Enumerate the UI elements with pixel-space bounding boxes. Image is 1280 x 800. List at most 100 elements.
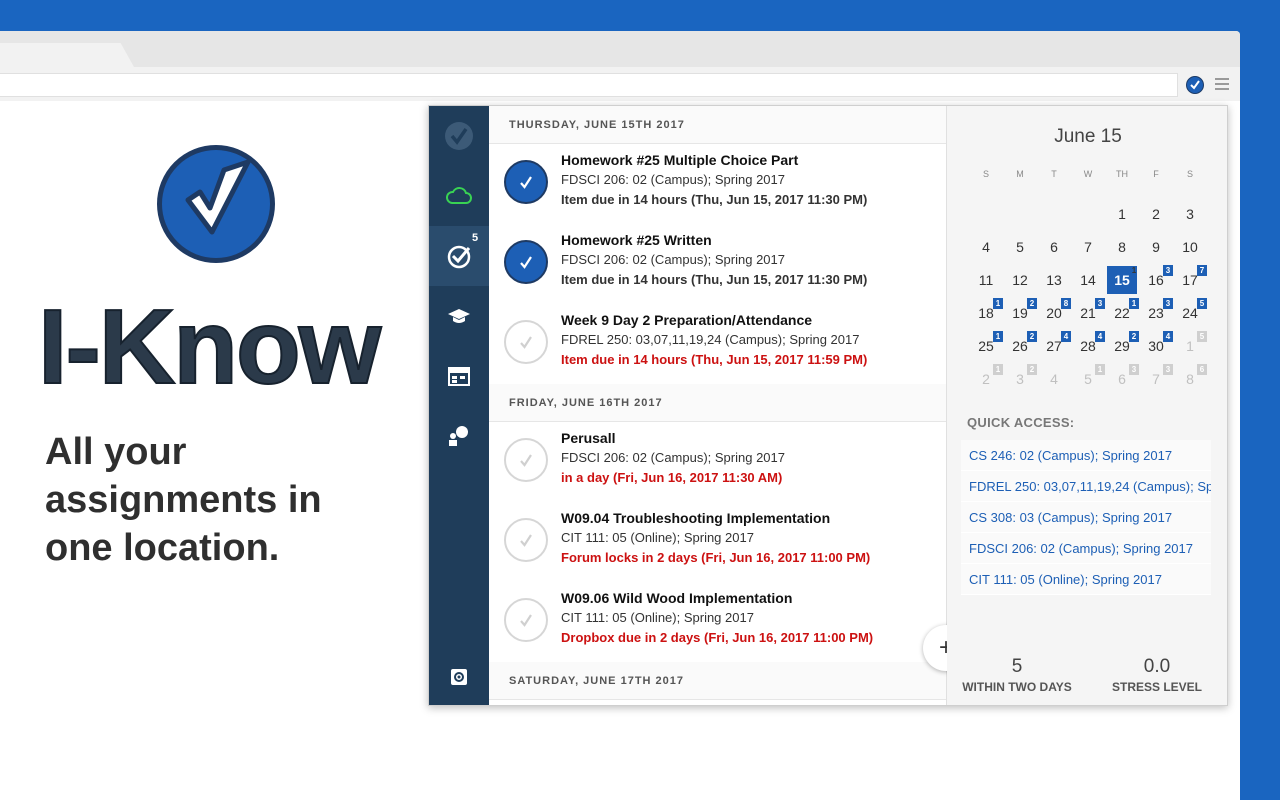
day-number: 4 [1050,370,1058,387]
calendar-day[interactable]: 26 2 [1003,329,1037,362]
calendar-day[interactable]: 17 7 [1173,263,1207,296]
calendar-day[interactable]: 86 [1173,362,1207,395]
calendar-day[interactable]: 32 [1003,362,1037,395]
browser-menu-icon[interactable] [1215,78,1229,90]
calendar-day[interactable]: 29 2 [1105,329,1139,362]
address-bar[interactable] [0,73,1178,97]
assignment-title[interactable]: Homework #25 Written [561,232,712,248]
calendar-day[interactable]: 25 1 [969,329,1003,362]
calendar-title: June 15 [1054,126,1122,147]
assignment-count-badge: 3 [1163,364,1173,375]
calendar-day[interactable]: 30 4 [1139,329,1173,362]
calendar-day[interactable]: 8 [1105,230,1139,263]
completed-check-button[interactable] [504,160,548,204]
settings-icon [451,669,467,685]
weekday-label: T [1051,169,1057,179]
day-number: 8 [1186,370,1194,387]
stat-value: 0.0 [1143,656,1171,677]
assignment-item[interactable]: Homework #25 Multiple Choice Part FDSCI 2… [489,144,946,224]
calendar-day[interactable]: 13 [1037,263,1071,296]
nav-home[interactable] [429,106,489,166]
assignment-title[interactable]: Perusall [561,430,615,446]
assignment-count-badge: 2 [1129,331,1139,342]
calendar-day[interactable]: 14 [1071,263,1105,296]
calendar-day[interactable]: 73 [1139,362,1173,395]
assignment-item[interactable]: Week 9 Day 2 Preparation/Attendance FDREL… [489,304,946,384]
assignment-item[interactable]: Homework #25 Written FDSCI 206: 02 (Campu… [489,224,946,304]
assignment-count-badge: 2 [1027,331,1037,342]
quick-access-link[interactable]: FDSCI 206: 02 (Campus); Spring 2017 [961,533,1211,564]
day-number: 12 [1012,271,1028,288]
calendar-day[interactable]: 2 [1139,197,1173,230]
complete-check-button[interactable] [504,438,548,482]
calendar-day[interactable]: 23 3 [1139,296,1173,329]
calendar-day[interactable]: 7 [1071,230,1105,263]
day-number: 28 [1080,337,1096,354]
calendar-day[interactable]: 63 [1105,362,1139,395]
assignment-item[interactable]: W09.04 Troubleshooting Implementation CIT… [489,502,946,582]
calendar-day[interactable]: 18 1 [969,296,1003,329]
nav-courses[interactable] [429,286,489,346]
assignment-item[interactable]: Perusall FDSCI 206: 02 (Campus); Spring 2… [489,422,946,502]
calendar-day[interactable]: 19 2 [1003,296,1037,329]
calendar-day[interactable]: 4 [1037,362,1071,395]
assignment-list: THURSDAY, JUNE 15TH 2017 Homework #25 Mul… [489,106,947,705]
day-number: 18 [978,304,994,321]
assignment-course: CIT 111: 05 (Online); Spring 2017 [561,530,754,545]
iknow-extension-icon[interactable] [1186,76,1204,94]
assignment-title[interactable]: Homework #25 Multiple Choice Part [561,152,798,168]
calendar-day[interactable]: 20 8 [1037,296,1071,329]
quick-access-link[interactable]: FDREL 250: 03,07,11,19,24 (Campus); Spri… [961,471,1211,502]
complete-check-button[interactable] [504,518,548,562]
calendar-day[interactable]: 15 [1173,329,1207,362]
nav-calendar[interactable] [429,346,489,406]
nav-sync[interactable] [429,166,489,226]
browser-tab[interactable] [0,43,134,67]
assignment-count-badge: 3 [1129,364,1139,375]
assignment-item[interactable]: W09.06 Wild Wood Implementation CIT 111: … [489,582,946,662]
calendar-day[interactable]: 3 [1173,197,1207,230]
day-number: 7 [1152,370,1160,387]
checkmark-icon [520,256,532,269]
calendar-day[interactable]: 28 4 [1071,329,1105,362]
calendar-day[interactable]: 16 3 [1139,263,1173,296]
assignment-course: FDSCI 206: 02 (Campus); Spring 2017 [561,252,785,267]
calendar-day[interactable]: 21 3 [1071,296,1105,329]
calendar-day[interactable]: 4 [969,230,1003,263]
calendar-day[interactable]: 21 [969,362,1003,395]
calendar-day[interactable]: 10 [1173,230,1207,263]
complete-check-button[interactable] [504,598,548,642]
day-number: 7 [1084,238,1092,255]
calendar-day[interactable]: 12 [1003,263,1037,296]
assignment-count-badge: 3 [1163,265,1173,276]
assignment-count-badge: 5 [1197,331,1207,342]
day-number: 3 [1186,205,1194,222]
assignment-count-badge: 5 [1197,298,1207,309]
presenter-icon [449,426,468,446]
assignment-count-badge: 6 [1197,364,1207,375]
calendar-day[interactable]: 11 [969,263,1003,296]
quick-access-link[interactable]: CS 308: 03 (Campus); Spring 2017 [961,502,1211,533]
assignment-course: FDSCI 206: 02 (Campus); Spring 2017 [561,172,785,187]
calendar-day[interactable]: 22 1 [1105,296,1139,329]
nav-settings[interactable] [429,647,489,705]
assignment-title[interactable]: W09.06 Wild Wood Implementation [561,590,792,606]
calendar-day[interactable]: 15 1 [1105,263,1139,296]
nav-assignments[interactable]: 5 [429,226,489,286]
quick-access-link[interactable]: CS 246: 02 (Campus); Spring 2017 [961,440,1211,471]
calendar-day[interactable]: 1 [1105,197,1139,230]
assignment-title[interactable]: Week 9 Day 2 Preparation/Attendance [561,312,812,328]
calendar-day[interactable]: 27 4 [1037,329,1071,362]
calendar-day[interactable]: 5 [1003,230,1037,263]
calendar-day[interactable]: 9 [1139,230,1173,263]
quick-access-link[interactable]: CIT 111: 05 (Online); Spring 2017 [961,564,1211,595]
calendar-day[interactable]: 6 [1037,230,1071,263]
complete-check-button[interactable] [504,320,548,364]
completed-check-button[interactable] [504,240,548,284]
assignment-title[interactable]: W09.04 Troubleshooting Implementation [561,510,830,526]
nav-help[interactable] [429,406,489,466]
quick-access-list: CS 246: 02 (Campus); Spring 2017 FDREL 25… [961,440,1211,595]
calendar-day[interactable]: 24 5 [1173,296,1207,329]
assignment-count-badge: 1 [1131,266,1137,275]
calendar-day[interactable]: 51 [1071,362,1105,395]
